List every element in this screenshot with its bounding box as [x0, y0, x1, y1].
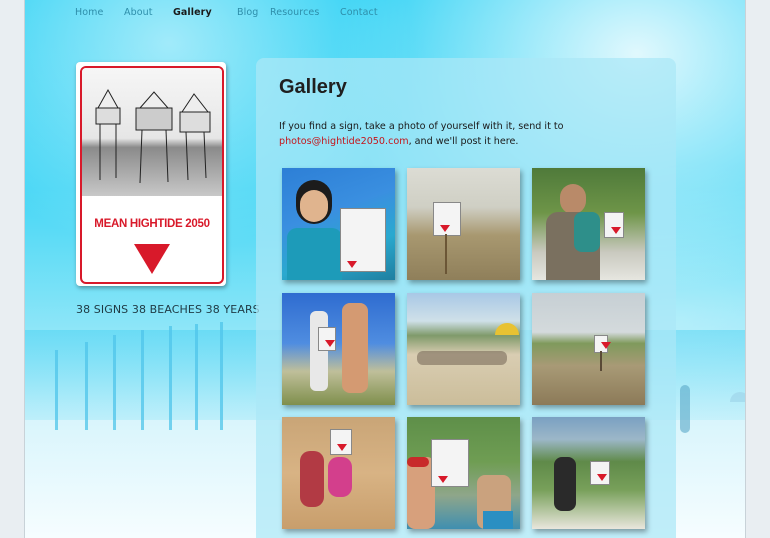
gallery-photo-8[interactable] [407, 417, 520, 529]
logo-title: MEAN HIGHTIDE 2050 [94, 218, 210, 230]
gallery-photo-2[interactable] [407, 168, 520, 280]
gallery-intro: If you find a sign, take a photo of your… [279, 119, 659, 149]
page-title: Gallery [279, 76, 347, 98]
gallery-photo-7[interactable] [282, 417, 395, 529]
gallery-photo-1[interactable] [282, 168, 395, 280]
intro-text-end: , and we'll post it here. [408, 136, 519, 147]
nav-contact[interactable]: Contact [340, 7, 390, 21]
logo-stilt-houses-image [82, 68, 222, 196]
gallery-photo-4[interactable] [282, 293, 395, 405]
nav-blog[interactable]: Blog [237, 7, 270, 21]
site-tagline: 38 SIGNS 38 BEACHES 38 YEARS [76, 303, 260, 316]
nav-home[interactable]: Home [75, 7, 124, 21]
down-arrow-icon [134, 244, 170, 274]
stilt-houses-icon [95, 88, 211, 184]
intro-text: If you find a sign, take a photo of your… [279, 121, 564, 132]
nav-gallery[interactable]: Gallery [173, 7, 237, 21]
gallery-photo-6[interactable] [532, 293, 645, 405]
email-link[interactable]: photos@hightide2050.com [279, 136, 409, 147]
main-nav: Home About Gallery Blog Resources Contac… [75, 7, 390, 21]
nav-resources[interactable]: Resources [270, 7, 340, 21]
site-logo[interactable]: MEAN HIGHTIDE 2050 [76, 62, 226, 286]
background-person [680, 385, 690, 433]
logo-frame: MEAN HIGHTIDE 2050 [80, 66, 224, 284]
gallery-photo-5[interactable] [407, 293, 520, 405]
gallery-photo-9[interactable] [532, 417, 645, 529]
gallery-photo-3[interactable] [532, 168, 645, 280]
background-fence [45, 320, 235, 430]
background-umbrella [730, 392, 745, 402]
nav-about[interactable]: About [124, 7, 173, 21]
